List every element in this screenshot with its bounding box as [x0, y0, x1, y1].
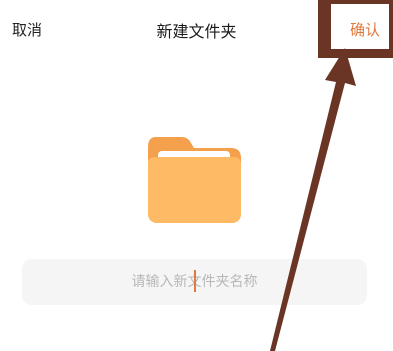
- confirm-button[interactable]: 确认: [350, 19, 380, 40]
- text-cursor: [194, 270, 196, 292]
- folder-icon: [148, 137, 241, 223]
- new-folder-screen: 取消 新建文件夹 确认: [0, 0, 393, 351]
